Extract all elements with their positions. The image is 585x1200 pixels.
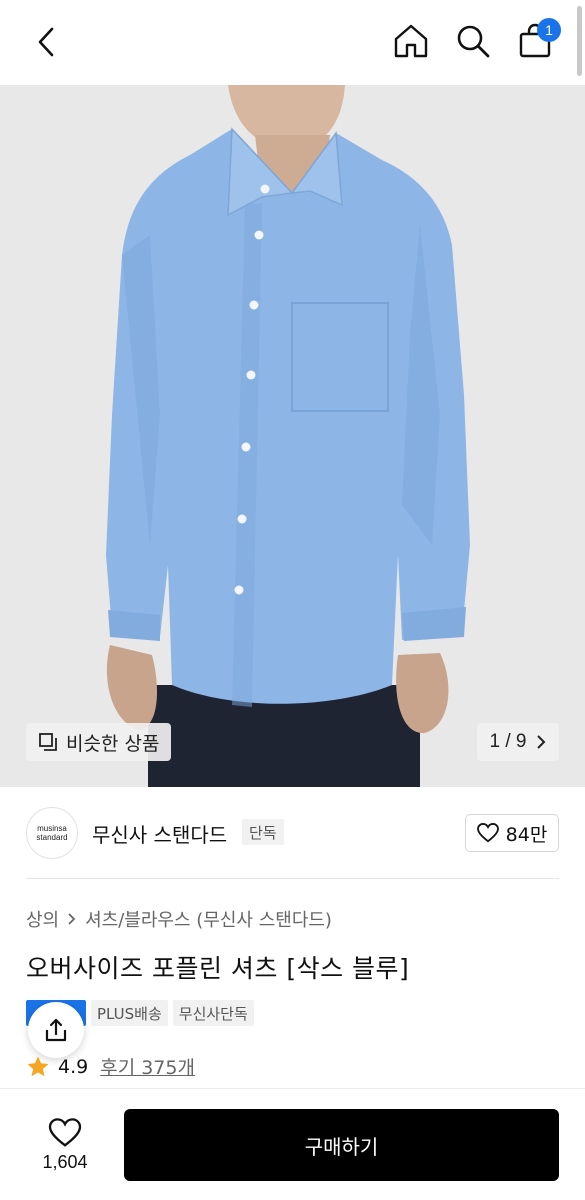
exclusive-tag: 단독 xyxy=(242,819,284,845)
divider xyxy=(26,878,559,879)
rating-value: 4.9 xyxy=(58,1055,89,1078)
share-button[interactable] xyxy=(28,1002,84,1058)
brand-like-count: 84만 xyxy=(505,823,548,846)
musinsa-exclusive-badge: 무신사단독 xyxy=(172,1000,254,1026)
brand-row: musinsa standard 무신사 스탠다드 단독 84만 xyxy=(0,800,585,866)
similar-items-icon xyxy=(39,733,57,751)
cart-button[interactable]: 1 xyxy=(515,18,561,64)
image-counter-text: 1 / 9 xyxy=(489,731,527,752)
share-icon xyxy=(45,1018,67,1042)
buy-button[interactable]: 구매하기 xyxy=(124,1109,559,1181)
breadcrumb-subcategory[interactable]: 셔츠/블라우스 (무신사 스탠다드) xyxy=(85,906,332,932)
chevron-left-icon xyxy=(38,27,54,57)
product-image-gallery[interactable] xyxy=(0,85,585,787)
breadcrumb-category[interactable]: 상의 xyxy=(26,906,59,932)
brand-logo-line2: standard xyxy=(36,833,68,842)
product-title: 오버사이즈 포플린 셔츠 [삭스 블루] xyxy=(26,954,410,983)
search-button[interactable] xyxy=(453,18,493,64)
reviews-link[interactable]: 후기 375개 xyxy=(100,1053,195,1080)
brand-name-link[interactable]: 무신사 스탠다드 xyxy=(92,819,227,848)
brand-logo-line1: musinsa xyxy=(37,824,67,833)
brand-like-button[interactable]: 84만 xyxy=(465,814,559,852)
bottom-action-bar: 1,604 구매하기 xyxy=(0,1089,585,1200)
brand-logo[interactable]: musinsa standard xyxy=(26,807,78,859)
search-icon xyxy=(457,25,490,58)
chevron-right-icon xyxy=(68,913,76,925)
star-icon xyxy=(27,1056,49,1076)
cart-count-badge: 1 xyxy=(537,18,561,42)
rating-row: 4.9 후기 375개 xyxy=(26,1053,195,1080)
wishlist-button[interactable]: 1,604 xyxy=(26,1111,104,1179)
breadcrumb: 상의 셔츠/블라우스 (무신사 스탠다드) xyxy=(26,906,332,932)
similar-products-label: 비슷한 상품 xyxy=(66,732,160,755)
heart-icon xyxy=(476,823,499,843)
top-navigation-bar: 1 xyxy=(0,0,585,85)
product-photo xyxy=(0,85,585,787)
chevron-right-icon xyxy=(537,735,546,749)
back-button[interactable] xyxy=(28,22,64,62)
similar-products-button[interactable]: 비슷한 상품 xyxy=(26,723,172,761)
image-counter-button[interactable]: 1 / 9 xyxy=(477,723,559,761)
wishlist-count: 1,604 xyxy=(42,1151,88,1172)
home-button[interactable] xyxy=(391,18,431,64)
home-icon xyxy=(394,24,428,58)
plus-delivery-badge: PLUS배송 xyxy=(91,1000,168,1026)
heart-icon xyxy=(48,1117,82,1147)
scrollbar[interactable] xyxy=(577,6,582,76)
